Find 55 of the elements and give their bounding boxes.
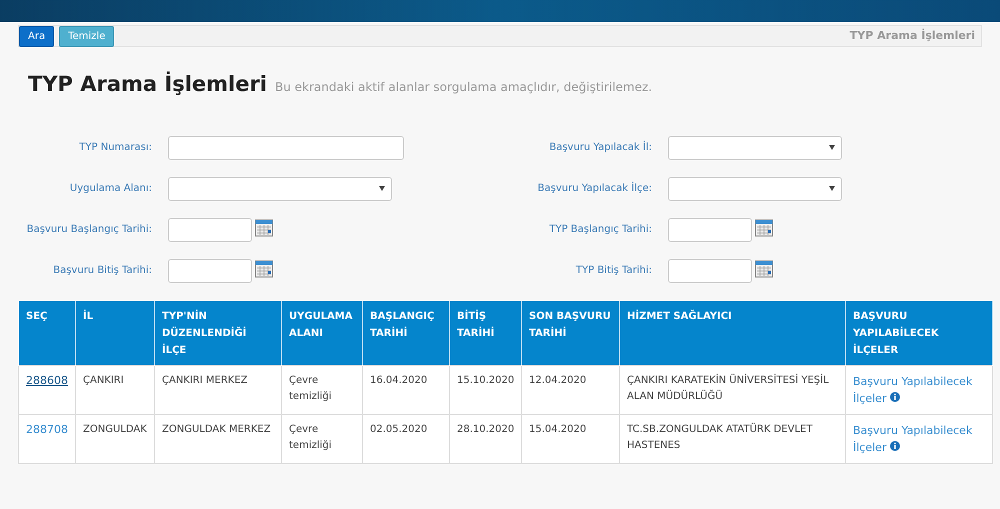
record-link[interactable]: 288608 [26,374,68,386]
column-header: BAŞLANGIÇ TARİHİ [362,300,450,365]
dropdown-field[interactable] [668,136,842,160]
date-field[interactable] [668,258,752,282]
record-link[interactable]: 288708 [26,422,68,436]
breadcrumb: TYP Arama İşlemleri [850,28,975,44]
toolbar-button[interactable]: Temizle [59,26,114,46]
table-cell: 02.05.2020 [362,414,450,463]
field-label: TYP Numarası: [78,141,153,155]
field-label: Başvuru Yapılacak İlçe: [536,181,653,196]
table-cell: ÇANKIRI MERKEZ [154,365,282,414]
field-label: TYP Başlangıç Tarihi: [548,223,653,237]
table-cell: TC.SB.ZONGULDAK ATATÜRK DEVLET HASTENES [620,414,846,463]
field-label: Uygulama Alanı: [68,182,153,196]
table-cell: ÇANKIRI [76,365,154,414]
date-field[interactable] [168,258,252,282]
table-cell: Çevre temizliği [282,414,362,463]
calendar-icon[interactable] [755,259,773,278]
calendar-icon[interactable] [255,259,273,278]
text-field[interactable] [168,136,404,160]
field-label: Başvuru Başlangıç Tarihi: [26,223,153,237]
table-cell: 15.10.2020 [450,365,522,414]
dropdown-field[interactable] [668,176,842,200]
column-header: BİTİŞ TARİHİ [450,300,522,365]
page-subtitle: Bu ekrandaki aktif alanlar sorgulama amaçlıdır, değiştirilemez. [275,79,652,96]
info-icon [890,392,900,402]
table-cell: 16.04.2020 [362,365,450,414]
dropdown-arrow-icon [829,186,835,191]
column-header: HİZMET SAĞLAYICI [620,300,846,365]
column-header: SON BAŞVURU TARİHİ [522,300,620,365]
column-header: BAŞVURU YAPILABİLECEK İLÇELER [846,300,992,365]
field-label: TYP Bitiş Tarihi: [574,264,653,278]
table-cell: 12.04.2020 [522,365,620,414]
calendar-icon[interactable] [255,218,273,237]
column-header: UYGULAMA ALANI [282,300,362,365]
table-cell: ZONGULDAK [76,414,154,463]
table-cell: Çevre temizliği [282,365,362,414]
field-label: Başvuru Bitiş Tarihi: [52,264,153,278]
page-title: TYP Arama İşlemleri [28,70,268,98]
table-cell: 15.04.2020 [522,414,620,463]
toolbar-button[interactable]: Ara [19,26,54,46]
table-cell: 28.10.2020 [450,414,522,463]
dropdown-field[interactable] [168,176,392,200]
dropdown-arrow-icon [379,186,385,191]
date-field[interactable] [168,218,252,242]
table-cell: ZONGULDAK MERKEZ [154,414,282,463]
field-label: Başvuru Yapılacak İl: [548,140,653,155]
dropdown-arrow-icon [829,145,835,150]
table-cell: ÇANKIRI KARATEKİN ÜNİVERSİTESİ YEŞİL ALAN MÜDÜRLÜĞÜ [620,365,846,414]
calendar-icon[interactable] [755,218,773,237]
column-header: İL [76,300,154,365]
info-icon [890,441,900,452]
date-field[interactable] [668,218,752,242]
column-header: TYP'NİN DÜZENLENDİĞİ İLÇE [154,300,282,365]
column-header: SEÇ [18,300,76,365]
